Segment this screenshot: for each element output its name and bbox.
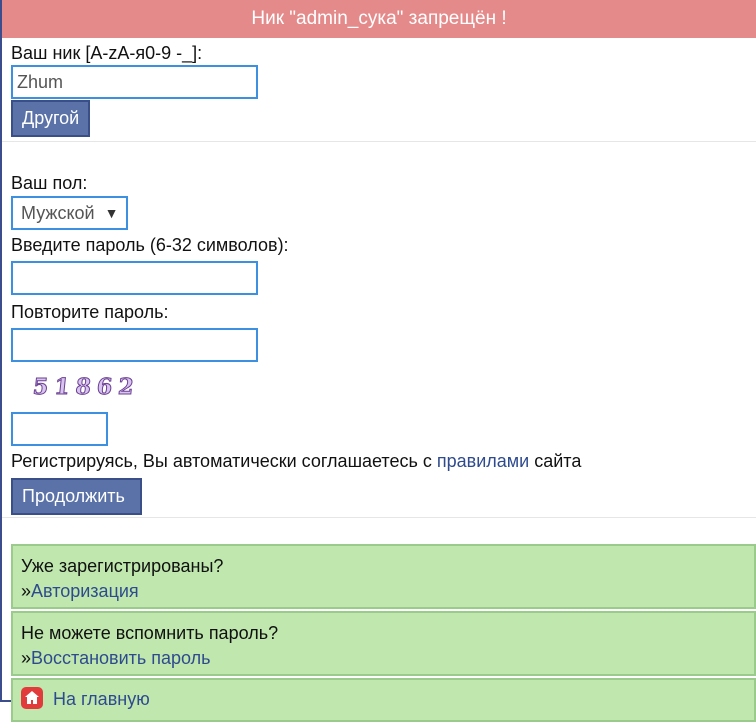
nick-input[interactable] <box>11 65 258 99</box>
login-question: Уже зарегистрированы? <box>21 556 224 576</box>
captcha-image: 51862 <box>31 374 141 401</box>
terms-suffix: сайта <box>529 451 582 471</box>
repeat-password-input[interactable] <box>11 328 258 362</box>
login-link[interactable]: Авторизация <box>31 581 139 601</box>
password-label: Введите пароль (6-32 символов): <box>11 235 289 255</box>
terms-text: Регистрируясь, Вы автоматически соглашае… <box>11 447 746 475</box>
gender-select[interactable]: Мужской ▼ <box>11 196 129 230</box>
recover-question: Не можете вспомнить пароль? <box>21 623 279 643</box>
password-input[interactable] <box>11 261 258 295</box>
details-section: Ваш пол: Мужской ▼ Введите пароль (6-32 … <box>2 142 756 515</box>
recover-box: Не можете вспомнить пароль? »Восстановит… <box>11 611 756 676</box>
continue-button[interactable]: Продолжить <box>11 478 142 515</box>
gender-label: Ваш пол: <box>11 173 88 193</box>
rules-link[interactable]: правилами <box>437 451 529 471</box>
home-link[interactable]: На главную <box>53 689 150 709</box>
nick-label: Ваш ник [A-zA-я0-9 -_]: <box>11 43 203 63</box>
terms-prefix: Регистрируясь, Вы автоматически соглашае… <box>11 451 437 471</box>
recover-arrow: » <box>21 648 32 668</box>
nick-section: Ваш ник [A-zA-я0-9 -_]: Другой <box>2 38 756 137</box>
login-arrow: » <box>21 581 32 601</box>
registration-page: Ник "admin_сука" запрещён ! Ваш ник [A-z… <box>0 0 756 722</box>
home-box: На главную <box>11 678 756 722</box>
other-nick-button[interactable]: Другой <box>11 100 91 137</box>
error-banner: Ник "admin_сука" запрещён ! <box>2 0 756 38</box>
repeat-password-label: Повторите пароль: <box>11 302 169 322</box>
home-icon <box>21 687 43 709</box>
dropdown-arrow-icon: ▼ <box>104 205 119 221</box>
gender-select-value: Мужской <box>21 202 95 223</box>
captcha-input[interactable] <box>11 412 108 446</box>
login-box: Уже зарегистрированы? »Авторизация <box>11 544 756 609</box>
recover-link[interactable]: Восстановить пароль <box>31 648 211 668</box>
